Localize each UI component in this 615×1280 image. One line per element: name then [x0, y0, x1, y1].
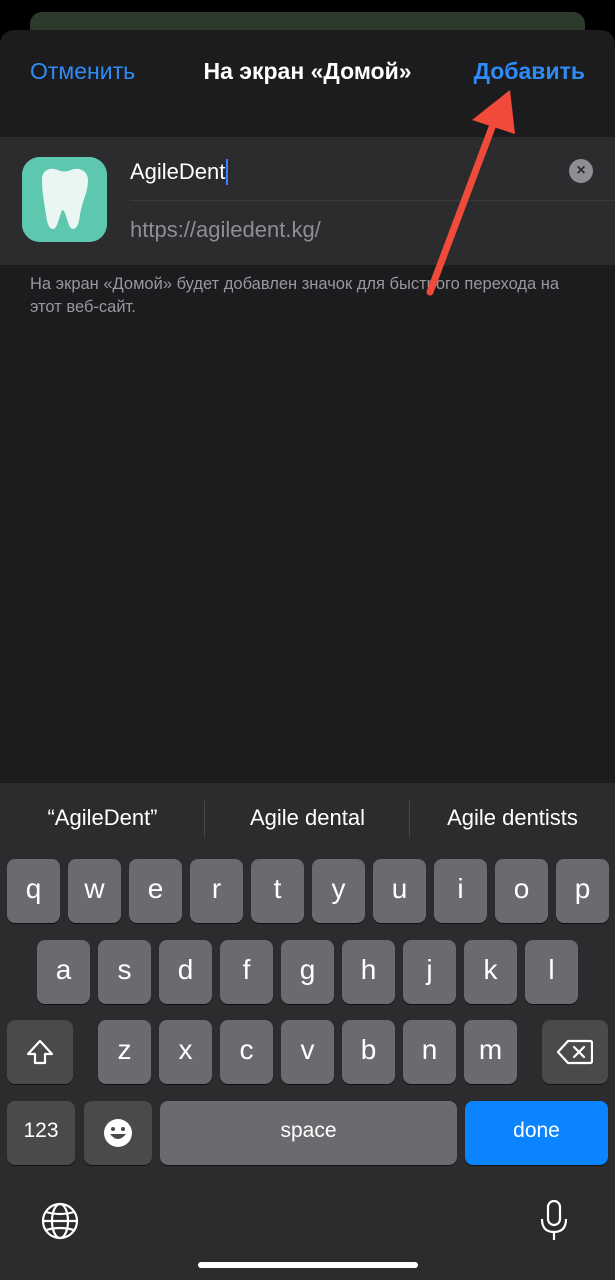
key-j[interactable]: j — [403, 940, 456, 1004]
key-x[interactable]: x — [159, 1020, 212, 1084]
key-z[interactable]: z — [98, 1020, 151, 1084]
suggestion-1[interactable]: “AgileDent” — [0, 805, 205, 831]
key-q[interactable]: q — [7, 859, 60, 923]
key-r[interactable]: r — [190, 859, 243, 923]
shift-key[interactable] — [7, 1020, 73, 1084]
key-s[interactable]: s — [98, 940, 151, 1004]
navbar: Отменить На экран «Домой» Добавить — [0, 30, 615, 114]
key-a[interactable]: a — [37, 940, 90, 1004]
hint-text: На экран «Домой» будет добавлен значок д… — [30, 275, 560, 316]
key-f[interactable]: f — [220, 940, 273, 1004]
key-g[interactable]: g — [281, 940, 334, 1004]
suggestion-bar: “AgileDent” Agile dental Agile dentists — [0, 783, 615, 855]
key-i[interactable]: i — [434, 859, 487, 923]
suggestion-2[interactable]: Agile dental — [205, 805, 410, 831]
key-c[interactable]: c — [220, 1020, 273, 1084]
text-cursor — [226, 159, 229, 185]
done-key[interactable]: done — [465, 1101, 608, 1165]
clear-icon[interactable]: × — [569, 159, 593, 183]
key-b[interactable]: b — [342, 1020, 395, 1084]
emoji-key[interactable] — [84, 1101, 152, 1165]
key-t[interactable]: t — [251, 859, 304, 923]
space-key[interactable]: space — [160, 1101, 457, 1165]
key-l[interactable]: l — [525, 940, 578, 1004]
key-h[interactable]: h — [342, 940, 395, 1004]
globe-icon[interactable] — [40, 1201, 80, 1241]
key-u[interactable]: u — [373, 859, 426, 923]
key-e[interactable]: e — [129, 859, 182, 923]
numbers-key[interactable]: 123 — [7, 1101, 75, 1165]
key-y[interactable]: y — [312, 859, 365, 923]
bookmark-url: https://agiledent.kg/ — [130, 217, 321, 242]
key-d[interactable]: d — [159, 940, 212, 1004]
keyboard: “AgileDent” Agile dental Agile dentists … — [0, 783, 615, 1280]
bookmark-name-value: AgileDent — [130, 159, 226, 184]
key-o[interactable]: o — [495, 859, 548, 923]
key-p[interactable]: p — [556, 859, 609, 923]
tooth-app-icon — [22, 157, 107, 242]
bookmark-name-field[interactable]: AgileDent — [130, 155, 550, 189]
microphone-icon[interactable] — [537, 1199, 571, 1243]
emoji-icon — [104, 1118, 132, 1147]
bookmark-card: AgileDent × https://agiledent.kg/ — [0, 137, 615, 265]
add-button[interactable]: Добавить — [474, 58, 585, 85]
backspace-key[interactable] — [542, 1020, 608, 1084]
shift-icon — [26, 1039, 54, 1064]
key-v[interactable]: v — [281, 1020, 334, 1084]
key-m[interactable]: m — [464, 1020, 517, 1084]
key-n[interactable]: n — [403, 1020, 456, 1084]
home-indicator[interactable] — [198, 1262, 418, 1268]
suggestion-3[interactable]: Agile dentists — [410, 805, 615, 831]
divider — [130, 200, 615, 201]
backspace-icon — [557, 1039, 593, 1064]
key-k[interactable]: k — [464, 940, 517, 1004]
key-w[interactable]: w — [68, 859, 121, 923]
